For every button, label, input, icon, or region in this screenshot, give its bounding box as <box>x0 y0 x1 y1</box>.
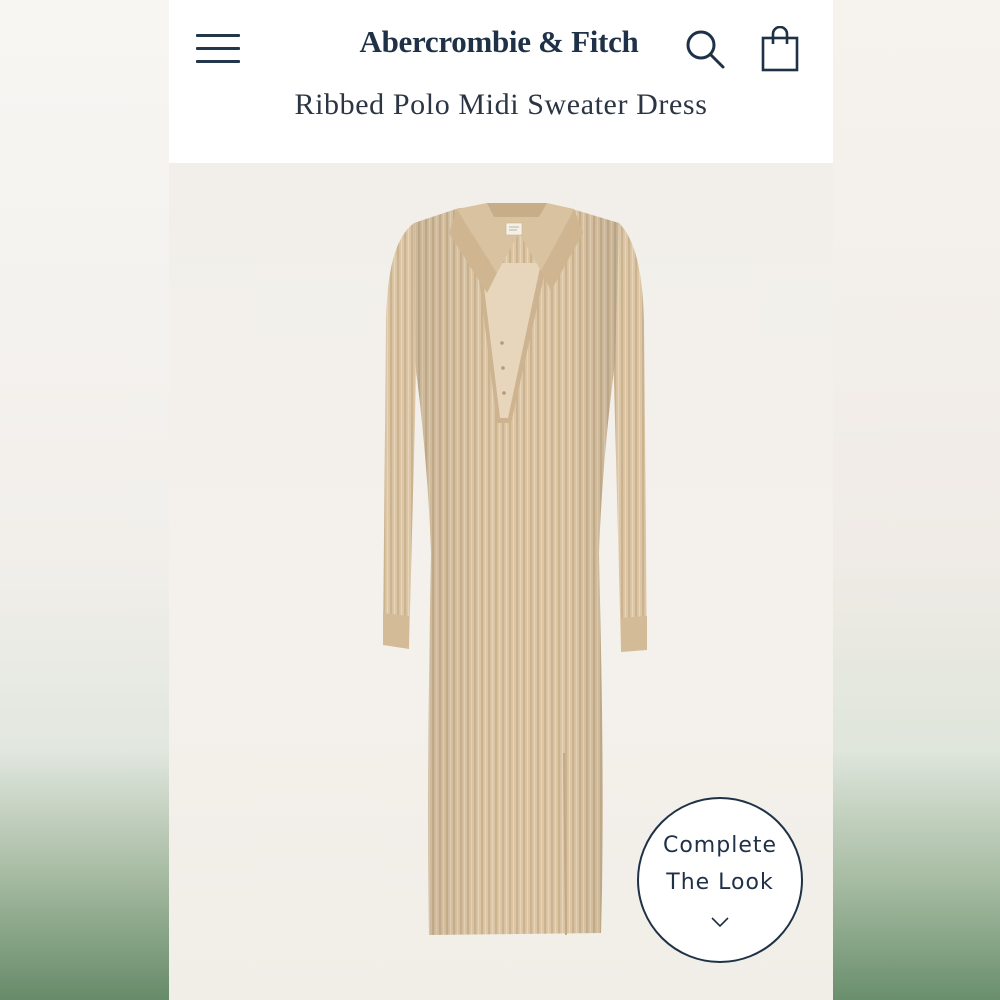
dress-image <box>383 203 647 936</box>
complete-the-look-label-line1: Complete <box>662 833 778 858</box>
search-icon[interactable] <box>684 28 726 70</box>
site-header: Abercrombie & Fitch Ribbed Polo Midi Swe… <box>169 0 833 163</box>
brand-logo[interactable]: Abercrombie & Fitch <box>329 24 669 60</box>
product-title: Ribbed Polo Midi Sweater Dress <box>294 88 708 121</box>
hamburger-menu-icon[interactable] <box>196 30 242 66</box>
phone-screen: Abercrombie & Fitch Ribbed Polo Midi Swe… <box>169 0 833 1000</box>
shopping-bag-icon[interactable] <box>761 26 799 72</box>
backdrop-left <box>0 0 169 1000</box>
chevron-down-icon <box>711 917 729 928</box>
complete-the-look-label-line2: The Look <box>666 870 774 895</box>
complete-the-look-button[interactable]: Complete The Look <box>637 797 803 963</box>
backdrop-right <box>833 0 1000 1000</box>
